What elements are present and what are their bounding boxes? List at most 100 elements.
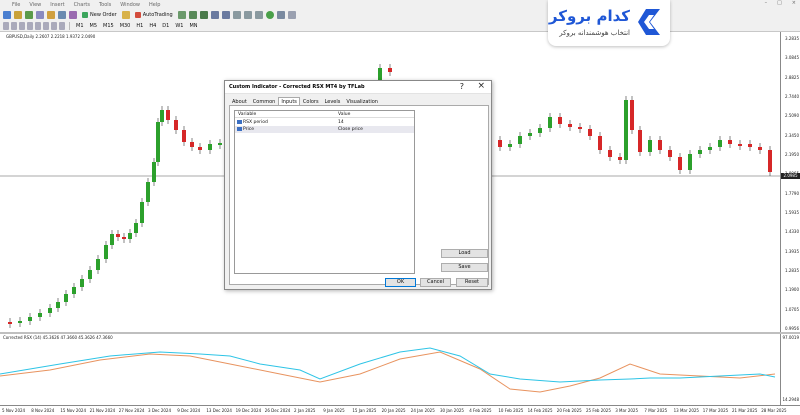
tab-colors[interactable]: Colors — [300, 97, 322, 105]
tab-visualization[interactable]: Visualization — [343, 97, 381, 105]
timeframe-m30[interactable]: M30 — [118, 22, 133, 30]
menu-tools[interactable]: Tools — [99, 2, 111, 8]
vertical-line-icon[interactable] — [19, 22, 25, 30]
indicators-icon[interactable] — [265, 11, 274, 19]
zoom-out-icon[interactable] — [221, 11, 230, 19]
time-label: 13 Mar 2025 — [673, 408, 699, 413]
line-chart-icon[interactable] — [199, 11, 208, 19]
tab-about[interactable]: About — [229, 97, 250, 105]
timeframe-m15[interactable]: M15 — [101, 22, 116, 30]
price-label: 2.3450 — [785, 132, 799, 138]
table-row[interactable]: Price Close price — [235, 126, 414, 133]
timeframe-m1[interactable]: M1 — [74, 22, 86, 30]
bullish-candle — [38, 313, 42, 317]
tab-levels[interactable]: Levels — [322, 97, 344, 105]
save-button[interactable]: Save — [441, 263, 488, 272]
candlestick-icon[interactable] — [188, 11, 197, 19]
strategy-tester-icon[interactable] — [69, 11, 77, 19]
navigator-icon[interactable] — [47, 11, 55, 19]
price-label: 3.0845 — [785, 55, 799, 61]
bar-chart-icon[interactable] — [177, 11, 186, 19]
crosshair-icon[interactable] — [11, 22, 17, 30]
menu-charts[interactable]: Charts — [74, 2, 90, 8]
autotrading-button[interactable]: AutoTrading — [133, 12, 175, 18]
bullish-candle — [72, 287, 76, 294]
new-order-button[interactable]: New Order — [80, 12, 119, 18]
menu-bar: File View Insert Charts Tools Window Hel… — [0, 0, 800, 9]
row-value[interactable]: Close price — [338, 126, 363, 133]
bullish-candle — [80, 279, 84, 287]
main-toolbar: New Order AutoTrading — [0, 9, 800, 21]
bullish-candle — [18, 321, 22, 323]
tile-windows-icon[interactable] — [232, 11, 241, 19]
close-icon[interactable]: × — [477, 81, 485, 91]
periods-icon[interactable] — [276, 11, 285, 19]
fibonacci-icon[interactable] — [51, 22, 57, 30]
bullish-candle — [218, 143, 222, 145]
profiles-icon[interactable] — [14, 11, 22, 19]
metaeditor-icon[interactable] — [121, 11, 130, 19]
time-label: 5 Nov 2024 — [2, 408, 26, 413]
templates-icon[interactable] — [287, 11, 296, 19]
custom-indicator-dialog: Custom Indicator - Corrected RSX MT4 by … — [224, 80, 492, 290]
channel-icon[interactable] — [43, 22, 49, 30]
time-label: 20 Feb 2025 — [556, 408, 582, 413]
row-value[interactable]: 14 — [338, 119, 344, 126]
trendline-icon[interactable] — [35, 22, 41, 30]
maximize-icon[interactable]: □ — [777, 0, 782, 6]
column-value[interactable]: Value — [338, 111, 350, 118]
inputs-grid[interactable]: Variable Value RSX period 14 Price Close… — [234, 110, 415, 274]
zoom-in-icon[interactable] — [210, 11, 219, 19]
autotrading-label: AutoTrading — [142, 12, 173, 18]
menu-file[interactable]: File — [12, 2, 20, 8]
dialog-titlebar[interactable]: Custom Indicator - Corrected RSX MT4 by … — [225, 81, 491, 94]
time-label: 3 Mar 2025 — [615, 408, 639, 413]
cancel-button[interactable]: Cancel — [420, 278, 451, 287]
bearish-candle — [588, 129, 592, 136]
timeframe-w1[interactable]: W1 — [173, 22, 185, 30]
horizontal-line-icon[interactable] — [27, 22, 33, 30]
menu-view[interactable]: View — [29, 2, 41, 8]
time-label: 26 Dec 2024 — [264, 408, 291, 413]
text-icon[interactable] — [59, 22, 65, 30]
timeframe-m5[interactable]: M5 — [88, 22, 100, 30]
timeframes-toolbar: M1 M5 M15 M30 H1 H4 D1 W1 MN — [0, 21, 800, 32]
terminal-icon[interactable] — [58, 11, 66, 19]
new-chart-icon[interactable] — [3, 11, 11, 19]
menu-help[interactable]: Help — [149, 2, 160, 8]
chart-shift-icon[interactable] — [254, 11, 263, 19]
column-variable[interactable]: Variable — [238, 111, 256, 118]
menu-window[interactable]: Window — [120, 2, 140, 8]
tab-inputs[interactable]: Inputs — [278, 97, 300, 105]
bearish-candle — [738, 144, 742, 146]
toolbar-separator — [69, 22, 70, 30]
table-row[interactable]: RSX period 14 — [235, 119, 414, 126]
bearish-candle — [728, 140, 732, 144]
timeframe-mn[interactable]: MN — [187, 22, 199, 30]
timeframe-h4[interactable]: H4 — [147, 22, 158, 30]
ok-button[interactable]: OK — [385, 278, 416, 287]
time-axis[interactable]: 5 Nov 2024 8 Nov 2024 15 Nov 2024 21 Nov 20… — [0, 405, 800, 415]
timeframe-h1[interactable]: H1 — [134, 22, 145, 30]
row-variable: Price — [237, 126, 254, 133]
time-label: 25 Feb 2025 — [586, 408, 611, 413]
tab-common[interactable]: Common — [250, 97, 279, 105]
menu-insert[interactable]: Insert — [50, 2, 64, 8]
time-label: 3 Dec 2024 — [148, 408, 172, 413]
help-icon[interactable]: ? — [460, 82, 464, 91]
close-window-icon[interactable]: × — [792, 0, 796, 6]
market-watch-icon[interactable] — [25, 11, 33, 19]
price-label: 3.2835 — [785, 36, 799, 41]
bearish-candle — [768, 150, 772, 172]
timeframe-d1[interactable]: D1 — [160, 22, 171, 30]
price-scale[interactable]: 3.2835 3.0845 2.8825 2.7440 2.5090 2.3450 2.19… — [780, 32, 800, 332]
minimize-icon[interactable]: – — [765, 0, 768, 6]
data-window-icon[interactable] — [36, 11, 44, 19]
autoscroll-icon[interactable] — [243, 11, 252, 19]
load-button[interactable]: Load — [441, 249, 488, 258]
reset-button[interactable]: Reset — [456, 278, 488, 287]
indicator-pane[interactable]: Corrected RSX (14) 45.3626 47.3660 45.36… — [0, 334, 780, 405]
cursor-icon[interactable] — [3, 22, 9, 30]
current-price-badge: 2.0985 — [781, 173, 800, 179]
price-label: 1.5935 — [785, 210, 799, 215]
